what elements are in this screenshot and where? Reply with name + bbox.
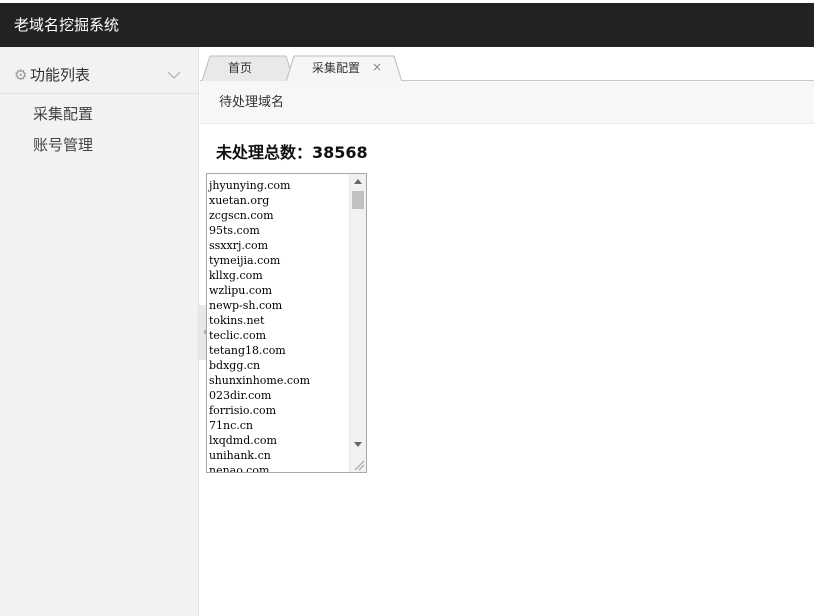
tab-bar: 首页 采集配置 × bbox=[200, 47, 814, 82]
domain-item: kllxg.com bbox=[209, 269, 263, 282]
sub-navigation: 待处理域名 bbox=[200, 81, 814, 124]
domain-item: unihank.cn bbox=[209, 449, 271, 462]
domain-item: newp-sh.com bbox=[209, 299, 283, 312]
tab-home-label: 首页 bbox=[228, 61, 253, 75]
resize-grip-icon[interactable] bbox=[353, 459, 365, 471]
domain-list: jhyunying.com xuetan.org zcgscn.com 95ts… bbox=[209, 178, 349, 473]
vertical-scrollbar[interactable] bbox=[349, 174, 366, 472]
domain-item: 71nc.cn bbox=[209, 419, 253, 432]
domain-item: tokins.net bbox=[209, 314, 265, 327]
top-bar: 老域名挖掘系统 bbox=[0, 3, 814, 47]
sidebar-item-account-management[interactable]: 账号管理 bbox=[33, 136, 93, 154]
domain-item: zcgscn.com bbox=[209, 209, 274, 222]
chevron-down-icon[interactable] bbox=[166, 68, 182, 82]
domain-item: bdxgg.cn bbox=[209, 359, 261, 372]
scrollbar-thumb[interactable] bbox=[352, 191, 364, 209]
domain-item: tetang18.com bbox=[209, 344, 286, 357]
gear-icon: ⚙ bbox=[14, 66, 28, 84]
domain-item: forrisio.com bbox=[209, 404, 277, 417]
domain-item: 95ts.com bbox=[209, 224, 260, 237]
domain-item: lxqdmd.com bbox=[209, 434, 277, 447]
scroll-down-arrow-icon[interactable] bbox=[354, 442, 362, 447]
domain-item: xuetan.org bbox=[209, 194, 270, 207]
domain-textarea[interactable]: jhyunying.com xuetan.org zcgscn.com 95ts… bbox=[206, 173, 367, 473]
unprocessed-count-heading: 未处理总数：38568 bbox=[216, 143, 368, 162]
domain-item: nenao.com bbox=[209, 464, 270, 473]
subnav-pending-domains[interactable]: 待处理域名 bbox=[219, 95, 284, 111]
tab-config-label: 采集配置 bbox=[312, 61, 361, 75]
domain-item: 023dir.com bbox=[209, 389, 272, 402]
sidebar: ⚙ 功能列表 采集配置 账号管理 bbox=[0, 47, 199, 616]
domain-item: wzlipu.com bbox=[209, 284, 273, 297]
sidebar-section-header[interactable]: ⚙ 功能列表 bbox=[0, 47, 198, 94]
domain-item: shunxinhome.com bbox=[209, 374, 311, 387]
tab-collection-config[interactable]: 采集配置 × bbox=[286, 55, 404, 82]
sidebar-section-label: 功能列表 bbox=[30, 66, 91, 84]
domain-item: teclic.com bbox=[209, 329, 266, 342]
tab-home[interactable]: 首页 bbox=[202, 55, 294, 81]
app-title: 老域名挖掘系统 bbox=[14, 16, 120, 34]
domain-item: tymeijia.com bbox=[209, 254, 281, 267]
domain-item: ssxxrj.com bbox=[209, 239, 269, 252]
scroll-up-arrow-icon[interactable] bbox=[354, 179, 362, 184]
domain-item: jhyunying.com bbox=[209, 179, 291, 192]
sidebar-item-collection-config[interactable]: 采集配置 bbox=[33, 105, 93, 123]
close-icon[interactable]: × bbox=[372, 60, 382, 74]
